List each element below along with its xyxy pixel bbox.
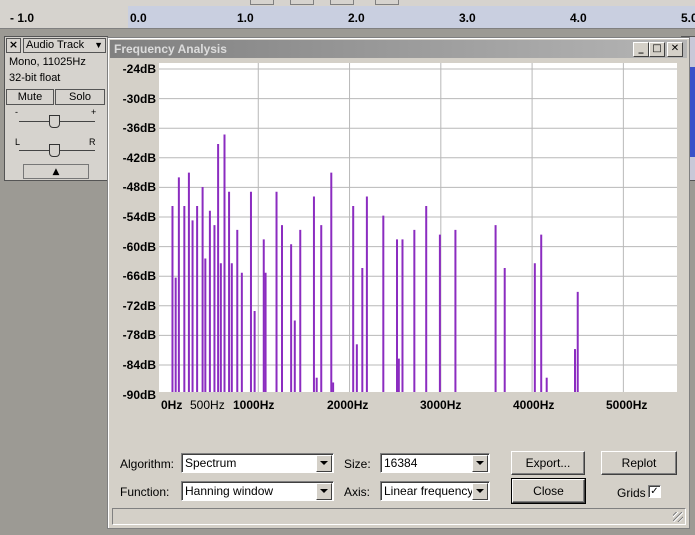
function-value: Hanning window xyxy=(185,484,274,498)
ruler-tick-label: 1.0 xyxy=(237,11,254,25)
toolbar-edge xyxy=(330,0,354,5)
export-button[interactable]: Export... xyxy=(511,451,585,475)
ruler-tick-label: 5.0 xyxy=(681,11,695,25)
spectrum-plot[interactable] xyxy=(159,63,677,392)
window-title: Frequency Analysis xyxy=(114,42,227,56)
grids-checkbox[interactable]: ✓ xyxy=(648,485,661,498)
frequency-analysis-window: Frequency Analysis _ □ ✕ -24dB -30dB -36dB… xyxy=(107,37,690,529)
ruler-tick-label: 3.0 xyxy=(459,11,476,25)
track-format: 32-bit float xyxy=(9,72,61,84)
collapse-track-button[interactable]: ▲ xyxy=(23,164,89,179)
function-label: Function: xyxy=(120,485,170,499)
mute-button[interactable]: Mute xyxy=(6,89,54,105)
track-title-bar: × Audio Track ▼ xyxy=(6,37,106,53)
triangle-up-icon: ▲ xyxy=(52,166,60,177)
y-tick-label: -90dB xyxy=(122,387,156,402)
y-tick-label: -42dB xyxy=(122,150,156,165)
function-select[interactable]: Hanning window xyxy=(181,481,334,501)
x-tick-label: 1000Hz xyxy=(233,398,275,412)
x-tick-label: 5000Hz xyxy=(606,398,648,412)
toolbar-edge xyxy=(290,0,314,5)
x-tick-label: 0Hz xyxy=(161,398,183,412)
ruler-tick-label: 4.0 xyxy=(570,11,587,25)
minimize-icon[interactable]: _ xyxy=(633,42,649,57)
pan-left-label: L xyxy=(15,137,21,147)
ruler-tick-label: 0.0 xyxy=(130,11,147,25)
gain-minus-label: - xyxy=(15,107,18,117)
algorithm-label: Algorithm: xyxy=(120,457,175,471)
axis-select[interactable]: Linear frequency xyxy=(380,481,490,501)
x-tick-label: 3000Hz xyxy=(420,398,462,412)
y-tick-label: -78dB xyxy=(122,328,156,343)
resize-grip-icon[interactable] xyxy=(673,512,683,522)
chevron-down-icon[interactable] xyxy=(472,455,488,472)
y-axis-labels: -24dB -30dB -36dB -42dB -48dB -54dB -60dB -66dB… xyxy=(110,62,156,402)
y-tick-label: -24dB xyxy=(122,62,156,76)
chevron-down-icon[interactable] xyxy=(316,483,332,500)
algorithm-select[interactable]: Spectrum xyxy=(181,453,334,473)
y-tick-label: -72dB xyxy=(122,298,156,313)
x-tick-label: 2000Hz xyxy=(327,398,369,412)
toolbar-edge xyxy=(250,0,274,5)
chevron-down-icon: ▼ xyxy=(94,40,103,50)
track-name-menu[interactable]: Audio Track ▼ xyxy=(23,37,106,53)
close-icon[interactable]: ✕ xyxy=(667,42,683,57)
y-tick-label: -84dB xyxy=(122,358,156,372)
grids-label: Grids xyxy=(617,486,646,500)
close-button[interactable]: Close xyxy=(511,478,586,504)
toolbar-edge xyxy=(375,0,399,5)
x-tick-label: 4000Hz xyxy=(513,398,555,412)
spectrum-svg xyxy=(159,63,677,392)
y-tick-label: -54dB xyxy=(122,210,156,224)
axis-value: Linear frequency xyxy=(384,484,474,498)
y-tick-label: -48dB xyxy=(122,180,156,195)
chevron-down-icon[interactable] xyxy=(316,455,332,472)
chevron-down-icon[interactable] xyxy=(472,483,488,500)
size-select[interactable]: 16384 xyxy=(380,453,490,473)
gain-slider-thumb[interactable] xyxy=(49,115,60,128)
size-value: 16384 xyxy=(384,456,418,470)
window-title-bar[interactable]: Frequency Analysis _ □ ✕ xyxy=(110,40,687,58)
y-tick-label: -36dB xyxy=(122,121,156,136)
track-rate: Mono, 11025Hz xyxy=(9,56,86,68)
gain-plus-label: + xyxy=(91,107,97,117)
y-tick-label: -60dB xyxy=(122,239,156,254)
timeline-ruler[interactable]: - 1.0 0.0 1.0 2.0 3.0 4.0 5.0 xyxy=(0,0,695,29)
ruler-timeline-area[interactable] xyxy=(128,6,695,28)
track-name: Audio Track xyxy=(26,39,85,51)
pan-right-label: R xyxy=(89,137,96,147)
x-tick-label: 500Hz xyxy=(190,398,225,412)
algorithm-value: Spectrum xyxy=(185,456,237,470)
pan-slider-thumb[interactable] xyxy=(49,144,60,157)
y-tick-label: -66dB xyxy=(122,269,156,284)
size-label: Size: xyxy=(344,457,371,471)
status-bar xyxy=(112,508,686,525)
maximize-icon[interactable]: □ xyxy=(649,42,665,57)
axis-label: Axis: xyxy=(344,485,371,499)
track-close-icon[interactable]: × xyxy=(6,37,21,53)
y-tick-label: -30dB xyxy=(122,91,156,106)
ruler-tick-label: - 1.0 xyxy=(10,11,35,25)
ruler-tick-label: 2.0 xyxy=(348,11,365,25)
track-control-panel: × Audio Track ▼ Mono, 11025Hz 32-bit flo… xyxy=(4,36,108,181)
replot-button[interactable]: Replot xyxy=(601,451,677,475)
solo-button[interactable]: Solo xyxy=(55,89,105,105)
